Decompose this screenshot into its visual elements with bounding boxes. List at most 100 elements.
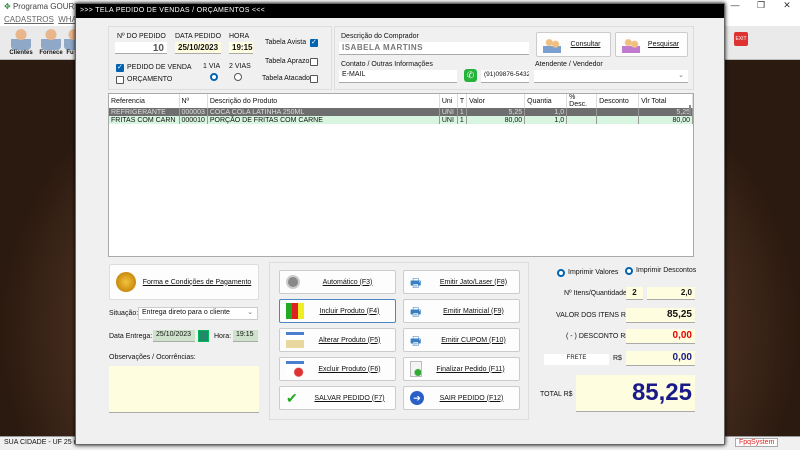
buyer-name-field[interactable]: ISABELA MARTINS xyxy=(339,42,529,55)
tabela-atacado-checkbox[interactable] xyxy=(310,75,318,83)
phone-field[interactable]: (91)09876-5432 xyxy=(481,70,529,83)
obs-textarea[interactable] xyxy=(109,366,259,413)
consultar-button[interactable]: Consultar xyxy=(536,32,611,57)
imprimir-valores-label: Imprimir Valores xyxy=(568,269,619,276)
supplier-icon xyxy=(41,28,61,50)
users-icon xyxy=(543,36,561,53)
col-uni[interactable]: Uni xyxy=(439,94,458,108)
col-referencia[interactable]: Referencia xyxy=(109,94,180,108)
toolbar-label: Fornece xyxy=(39,50,63,56)
contact-field[interactable]: E-MAIL xyxy=(339,70,457,83)
incluir-button[interactable]: Incluir Produto (F4) xyxy=(279,299,396,323)
items-table[interactable]: Referencia Nº Descrição do Produto Uni T Valo… xyxy=(108,93,694,257)
status-brand: FpqSystem xyxy=(735,438,779,447)
cell: FRITAS COM CARN xyxy=(109,116,180,124)
pesquisar-button[interactable]: Pesquisar xyxy=(615,32,688,57)
col-numero[interactable]: Nº xyxy=(179,94,208,108)
cell: 1,0 xyxy=(524,108,568,116)
cell xyxy=(596,116,640,124)
tabela-aprazo-checkbox[interactable] xyxy=(310,58,318,66)
itens-label: Nº Itens/Quantidade xyxy=(564,290,627,297)
actions-group: Automático (F3) Incluir Produto (F4) Alt… xyxy=(269,262,529,420)
frete-button[interactable]: FRETE xyxy=(544,354,609,365)
attendant-select[interactable]: ⌄ xyxy=(534,70,688,83)
cell: 80,00 xyxy=(466,116,526,124)
jato-laser-button[interactable]: 🖶 Emitir Jato/Laser (F8) xyxy=(403,270,520,294)
frete-field[interactable]: 0,00 xyxy=(626,351,695,366)
obs-label: Observações / Ocorrências: xyxy=(109,354,196,361)
calendar-icon[interactable] xyxy=(198,330,209,342)
restore-icon[interactable]: ❐ xyxy=(748,0,774,14)
total-field: 85,25 xyxy=(576,375,695,412)
col-descricao[interactable]: Descrição do Produto xyxy=(207,94,440,108)
barcode-icon xyxy=(286,275,300,289)
app-icon: ✥ xyxy=(4,2,13,11)
automatico-label: Automático (F3) xyxy=(322,278,373,286)
hora-field[interactable]: 19:15 xyxy=(233,330,258,342)
via1-label: 1 VIA xyxy=(203,63,221,70)
order-time-label: HORA xyxy=(229,33,250,40)
via2-radio[interactable] xyxy=(234,73,242,81)
cupom-button[interactable]: 🖶 Emitir CUPOM (F10) xyxy=(403,328,520,352)
toolbar-label: Clientes xyxy=(9,50,33,56)
table-row[interactable]: REFRIGERANTE 000003 COCA COLA LATINHA 250M… xyxy=(109,108,693,116)
cell: 000003 xyxy=(179,108,208,116)
buyer-group: Descrição do Comprador ISABELA MARTINS C… xyxy=(334,26,694,90)
automatico-button[interactable]: Automático (F3) xyxy=(279,270,396,294)
cupom-label: Emitir CUPOM (F10) xyxy=(441,336,506,344)
col-desconto[interactable]: Desconto xyxy=(596,94,640,108)
tabela-atacado-label: Tabela Atacado xyxy=(262,75,310,82)
col-vlr-total[interactable]: Vlr Total xyxy=(638,94,693,108)
situacao-select[interactable]: Entrega direto para o cliente ⌄ xyxy=(138,307,258,320)
matricial-button[interactable]: 🖶 Emitir Matricial (F9) xyxy=(403,299,520,323)
exit-icon[interactable]: EXIT xyxy=(734,32,748,46)
whatsapp-icon[interactable]: ✆ xyxy=(464,69,477,82)
desconto-field[interactable]: 0,00 xyxy=(626,329,695,344)
via2-label: 2 VIAS xyxy=(229,63,251,70)
cell: PORÇÃO DE FRITAS COM CARNE xyxy=(207,116,440,124)
minimize-icon[interactable]: — xyxy=(722,0,748,14)
imprimir-descontos-radio[interactable] xyxy=(625,267,633,275)
edit-product-icon xyxy=(286,332,304,348)
contact-label: Contato / Outras Informações xyxy=(341,61,433,68)
order-date-field[interactable]: 25/10/2023 xyxy=(175,42,221,54)
entrega-date-field[interactable]: 25/10/2023 xyxy=(153,330,195,342)
excluir-button[interactable]: Excluir Produto (F6) xyxy=(279,357,396,381)
order-number-label: Nº DO PEDIDO xyxy=(117,33,166,40)
close-icon[interactable]: ✕ xyxy=(774,0,800,14)
pedido-venda-checkbox[interactable] xyxy=(116,63,124,72)
chevron-down-icon: ⌄ xyxy=(247,309,253,316)
toolbar-clientes[interactable]: Clientes xyxy=(6,28,36,56)
orcamento-label: ORÇAMENTO xyxy=(127,76,173,83)
col-valor[interactable]: Valor xyxy=(466,94,526,108)
tabela-avista-checkbox[interactable] xyxy=(310,38,318,47)
order-number-field[interactable]: 10 xyxy=(115,42,167,54)
col-pct-desc[interactable]: % Desc. xyxy=(566,94,598,108)
cell xyxy=(566,116,598,124)
order-date-label: DATA PEDIDO xyxy=(175,33,222,40)
frete-currency-label: R$ xyxy=(613,355,622,362)
salvar-button[interactable]: ✔ SALVAR PEDIDO (F7) xyxy=(279,386,396,410)
scrollbar[interactable] xyxy=(689,105,691,115)
finalizar-button[interactable]: Finalizar Pedido (F11) xyxy=(403,357,520,381)
toolbar-fornece[interactable]: Fornece xyxy=(36,28,66,56)
orcamento-checkbox[interactable] xyxy=(116,76,124,84)
table-row[interactable]: FRITAS COM CARN 000010 PORÇÃO DE FRITAS CO… xyxy=(109,116,693,124)
imprimir-valores-radio[interactable] xyxy=(557,269,565,277)
window-title: >>> TELA PEDIDO DE VENDAS / ORÇAMENTOS <… xyxy=(76,4,724,18)
valor-label: VALOR DOS ITENS R$ xyxy=(556,312,630,319)
via1-radio[interactable] xyxy=(210,73,218,81)
valor-field: 85,25 xyxy=(626,308,695,323)
menu-cadastros[interactable]: CADASTROS xyxy=(4,15,54,24)
alterar-button[interactable]: Alterar Produto (F5) xyxy=(279,328,396,352)
col-quantia[interactable]: Quantia xyxy=(524,94,568,108)
order-time-field[interactable]: 19:15 xyxy=(229,42,253,54)
col-t[interactable]: T xyxy=(457,94,468,108)
buyer-desc-label: Descrição do Comprador xyxy=(341,33,419,40)
cell: 80,00 xyxy=(638,116,693,124)
attendant-label: Atendente / Vendedor xyxy=(535,61,603,68)
chevron-down-icon: ⌄ xyxy=(678,72,684,79)
payment-button[interactable]: Forma e Condições de Pagamento xyxy=(109,264,259,300)
quantidade-field: 2,0 xyxy=(647,287,695,300)
sair-button[interactable]: ➔ SAIR PEDIDO (F12) xyxy=(403,386,520,410)
